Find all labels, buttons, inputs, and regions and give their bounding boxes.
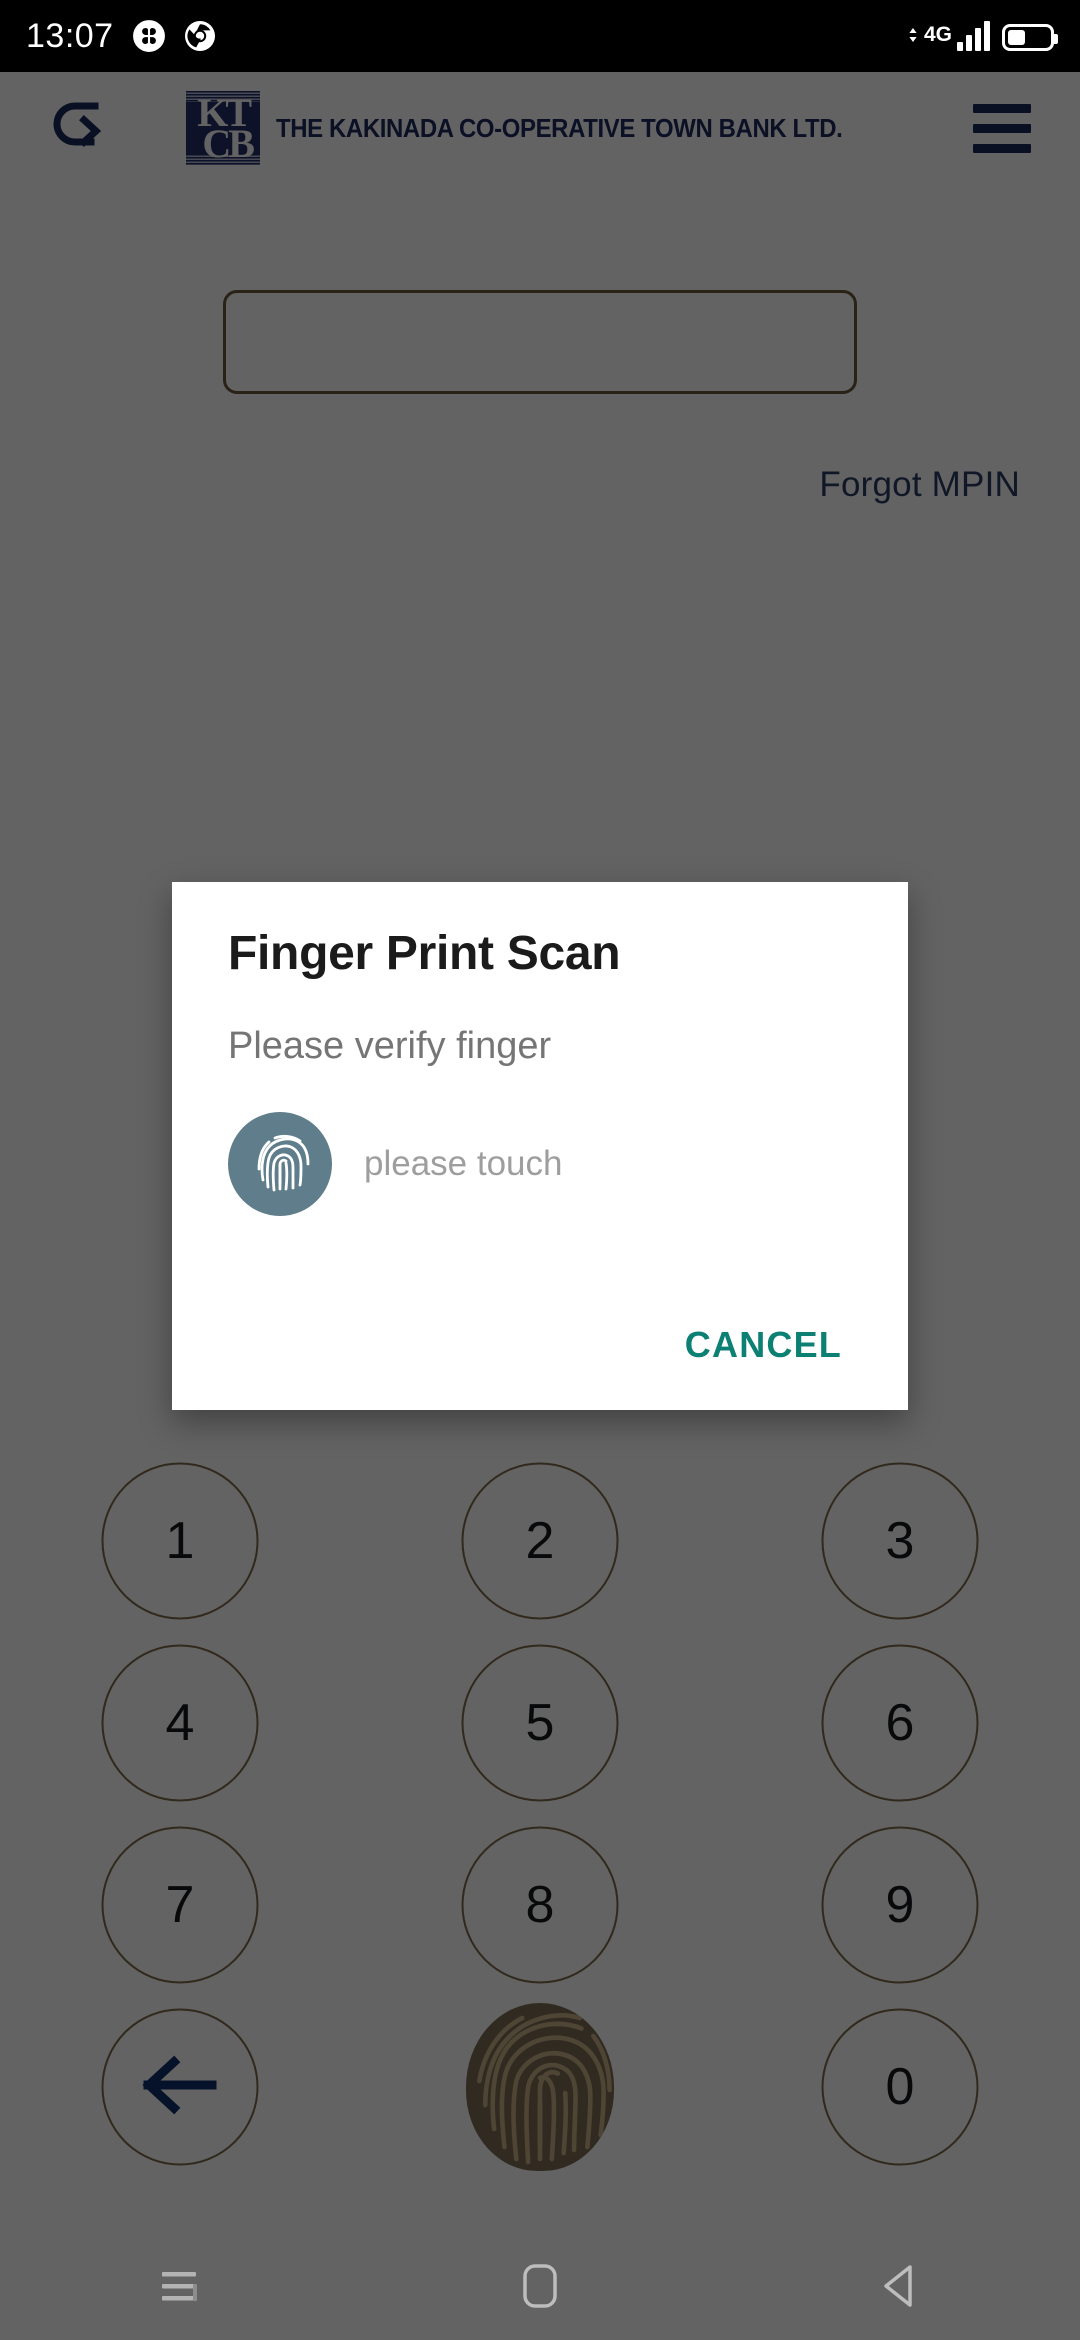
data-transfer-arrows-icon (907, 27, 919, 51)
status-bar-right: 4G (907, 21, 1058, 51)
battery-icon (1002, 24, 1058, 51)
dialog-subtitle: Please verify finger (228, 1024, 552, 1067)
network-generation-label: 4G (923, 23, 952, 46)
status-bar-clock: 13:07 (26, 17, 114, 55)
dialog-touch-hint: please touch (364, 1144, 563, 1184)
fingerprint-dialog: Finger Print Scan Please verify finger p… (172, 882, 908, 1410)
chrome-icon (184, 20, 216, 52)
dialog-title: Finger Print Scan (228, 927, 621, 980)
clover-app-icon (132, 19, 166, 53)
status-bar: 13:07 4G (0, 0, 1080, 72)
dialog-body: please touch (228, 1112, 852, 1217)
status-bar-left: 13:07 (26, 19, 216, 53)
nav-home-button[interactable] (470, 2236, 610, 2340)
dialog-actions: CANCEL (228, 1310, 852, 1410)
back-triangle-icon (878, 2262, 922, 2315)
fingerprint-icon[interactable] (228, 1112, 332, 1217)
signal-bars-icon (957, 21, 990, 51)
cancel-button[interactable]: CANCEL (675, 1310, 852, 1380)
nav-back-button[interactable] (830, 2236, 970, 2340)
nav-recents-button[interactable] (110, 2236, 250, 2340)
network-indicator: 4G (907, 21, 990, 51)
recents-icon (157, 2265, 203, 2312)
phone-screen: 13:07 4G Finger Print Scan Please verify… (0, 0, 1080, 2340)
android-nav-bar (0, 2236, 1080, 2340)
home-icon (520, 2261, 560, 2316)
